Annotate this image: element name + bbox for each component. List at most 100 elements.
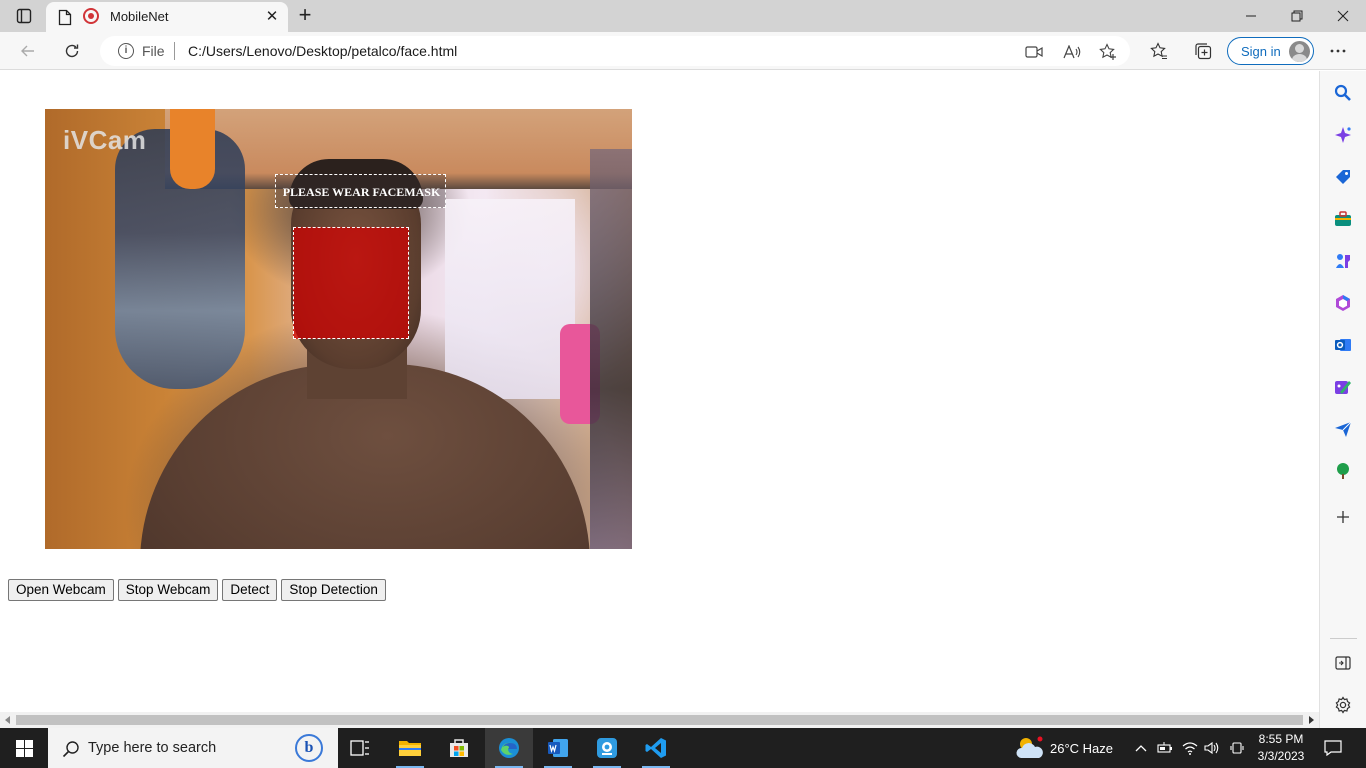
system-clock[interactable]: 8:55 PM 3/3/2023 [1250,731,1312,765]
taskbar-search-box[interactable]: Type here to search b [48,728,338,768]
favorites-button[interactable] [1145,38,1173,64]
refresh-button[interactable] [58,38,86,64]
control-buttons: Open Webcam Stop Webcam Detect Stop Dete… [8,579,386,601]
show-hidden-icons-chevron-icon[interactable] [1133,740,1149,756]
sidebar-send-icon[interactable] [1332,418,1354,440]
store-icon [450,739,468,757]
avatar [1289,41,1310,62]
stop-webcam-button[interactable]: Stop Webcam [117,579,219,601]
sidebar-copilot-icon[interactable] [1332,124,1354,146]
vscode-button[interactable] [632,728,680,768]
minimize-icon [1246,15,1256,17]
windows-taskbar: Type here to search b 26°C Haze 8:55 PM … [0,728,1366,768]
address-bar[interactable]: i File C:/Users/Lenovo/Desktop/petalco/f… [100,36,1130,66]
sidebar-divider [1330,638,1357,639]
tab-actions-button[interactable] [8,4,40,28]
address-divider [174,42,175,60]
read-aloud-icon[interactable] [1062,42,1082,62]
search-icon [62,740,80,763]
detection-label-box: PLEASE WEAR FACEMASK [275,174,446,208]
edge-icon [499,738,519,758]
new-tab-button[interactable]: + [292,4,318,28]
task-view-button[interactable] [336,728,384,768]
battery-icon[interactable] [1157,740,1173,756]
sign-in-button[interactable]: Sign in [1227,37,1314,65]
sidebar-settings-icon[interactable] [1332,694,1354,716]
notifications-icon [1324,740,1342,756]
url-scheme: File [142,43,165,59]
browser-tab[interactable]: MobileNet ✕ [46,2,288,32]
search-placeholder: Type here to search [88,740,217,756]
sidebar-office-icon[interactable] [1332,292,1354,314]
face-detection-box [293,227,409,339]
file-explorer-button[interactable] [386,728,434,768]
browser-toolbar: i File C:/Users/Lenovo/Desktop/petalco/f… [0,32,1366,70]
add-favorite-icon[interactable] [1098,42,1118,62]
store-button[interactable] [435,728,483,768]
close-window-button[interactable] [1320,0,1366,32]
ivcam-watermark: iVCam [63,125,147,155]
weather-cloud-icon [1015,736,1045,760]
tab-actions-icon [16,8,32,24]
sidebar-tools-icon[interactable] [1332,208,1354,230]
page-content: iVCam PLEASE WEAR FACEMASK Open Webcam S… [0,71,1319,712]
scrollbar-thumb[interactable] [16,715,1303,725]
clock-date: 3/3/2023 [1257,749,1305,763]
notifications-button[interactable] [1318,738,1348,758]
favorites-icon [1150,42,1167,60]
word-button[interactable] [534,728,582,768]
tab-title: MobileNet [110,9,169,24]
settings-more-button[interactable] [1324,38,1352,64]
sidebar-tree-icon[interactable] [1332,460,1354,482]
close-icon [1337,10,1349,22]
collections-icon [1195,43,1212,60]
restore-icon [1291,10,1303,22]
sidebar-outlook-icon[interactable] [1332,334,1354,356]
windows-logo-icon [15,739,33,757]
task-view-icon [350,740,369,756]
sidebar-games-icon[interactable] [1332,250,1354,272]
page-icon [58,9,72,31]
minimize-button[interactable] [1228,0,1274,32]
weather-text: 26°C Haze [1050,741,1114,756]
back-button[interactable] [14,38,42,64]
camera-permission-icon[interactable] [1024,42,1044,62]
collections-button[interactable] [1189,38,1217,64]
device-icon[interactable] [1229,740,1245,756]
site-info-icon[interactable]: i [118,43,134,59]
wifi-icon[interactable] [1182,740,1198,756]
back-arrow-icon [21,45,34,57]
ivcam-button[interactable] [583,728,631,768]
sidebar-search-icon[interactable] [1332,82,1354,104]
restore-button[interactable] [1274,0,1320,32]
hide-sidebar-icon[interactable] [1332,652,1354,674]
volume-icon[interactable] [1204,740,1220,756]
stop-detection-button[interactable]: Stop Detection [281,579,386,601]
scroll-right-icon[interactable] [1309,716,1314,724]
start-button[interactable] [0,728,48,768]
edge-sidebar [1319,71,1366,728]
word-icon [548,739,568,757]
sidebar-add-icon[interactable] [1332,506,1354,528]
more-options-icon [1330,49,1346,53]
open-webcam-button[interactable]: Open Webcam [8,579,114,601]
sidebar-designer-icon[interactable] [1332,376,1354,398]
bing-icon[interactable]: b [295,734,323,762]
url-text[interactable]: C:/Users/Lenovo/Desktop/petalco/face.htm… [188,43,457,59]
horizontal-scrollbar[interactable] [0,712,1319,728]
sign-in-label: Sign in [1241,44,1281,59]
detect-button[interactable]: Detect [222,579,278,601]
folder-icon [399,741,421,756]
clock-time: 8:55 PM [1258,732,1304,746]
close-tab-button[interactable]: ✕ [262,7,282,27]
vscode-icon [645,738,666,758]
edge-taskbar-button[interactable] [485,728,533,768]
webcam-app-icon [597,738,617,758]
sidebar-shopping-icon[interactable] [1332,166,1354,188]
browser-title-bar: MobileNet ✕ + [0,0,1366,32]
detection-label: PLEASE WEAR FACEMASK [282,185,441,199]
scroll-left-icon[interactable] [5,716,10,724]
webcam-video-feed: iVCam PLEASE WEAR FACEMASK [45,109,632,549]
refresh-icon [65,44,79,58]
weather-widget[interactable]: 26°C Haze [1015,736,1135,760]
